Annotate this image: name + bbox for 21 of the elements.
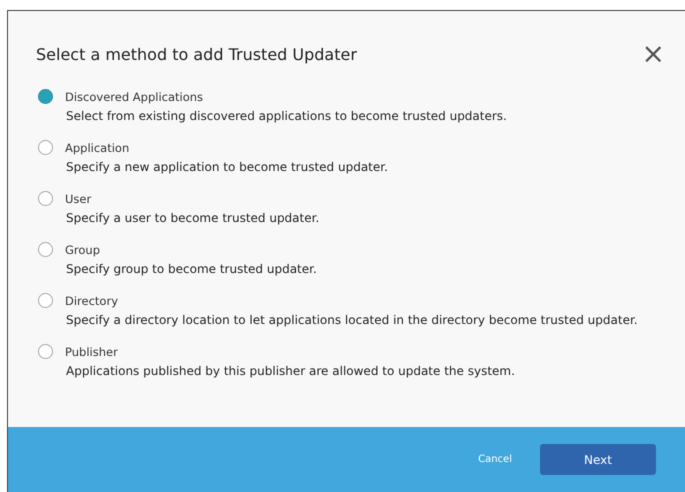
option-label[interactable]: Group <box>65 242 100 256</box>
option-description: Specify a user to become trusted updater. <box>66 211 320 225</box>
option-label[interactable]: Application <box>65 140 130 154</box>
option-label[interactable]: Directory <box>65 294 118 308</box>
dialog-title: Select a method to add Trusted Updater <box>36 44 357 64</box>
radio-button[interactable] <box>38 293 53 308</box>
option-label[interactable]: Publisher <box>65 344 118 358</box>
next-button[interactable]: Next <box>540 444 656 475</box>
radio-button[interactable] <box>38 191 53 206</box>
radio-button[interactable] <box>38 89 53 104</box>
option-description: Specify group to become trusted updater. <box>66 262 318 276</box>
option-label[interactable]: User <box>65 192 92 206</box>
radio-button[interactable] <box>38 140 53 155</box>
option-description: Specify a directory location to let applications located in the directory become trusted updater. <box>66 313 639 327</box>
option-description: Specify a new application to become trusted updater. <box>66 160 389 174</box>
radio-button[interactable] <box>38 344 53 359</box>
option-description: Select from existing discovered applications to become trusted updaters. <box>66 109 508 123</box>
close-button[interactable]: × <box>640 42 667 66</box>
option-description: Applications published by this publisher are allowed to update the system. <box>66 364 516 378</box>
radio-button[interactable] <box>38 242 53 257</box>
option-label[interactable]: Discovered Applications <box>65 90 204 104</box>
